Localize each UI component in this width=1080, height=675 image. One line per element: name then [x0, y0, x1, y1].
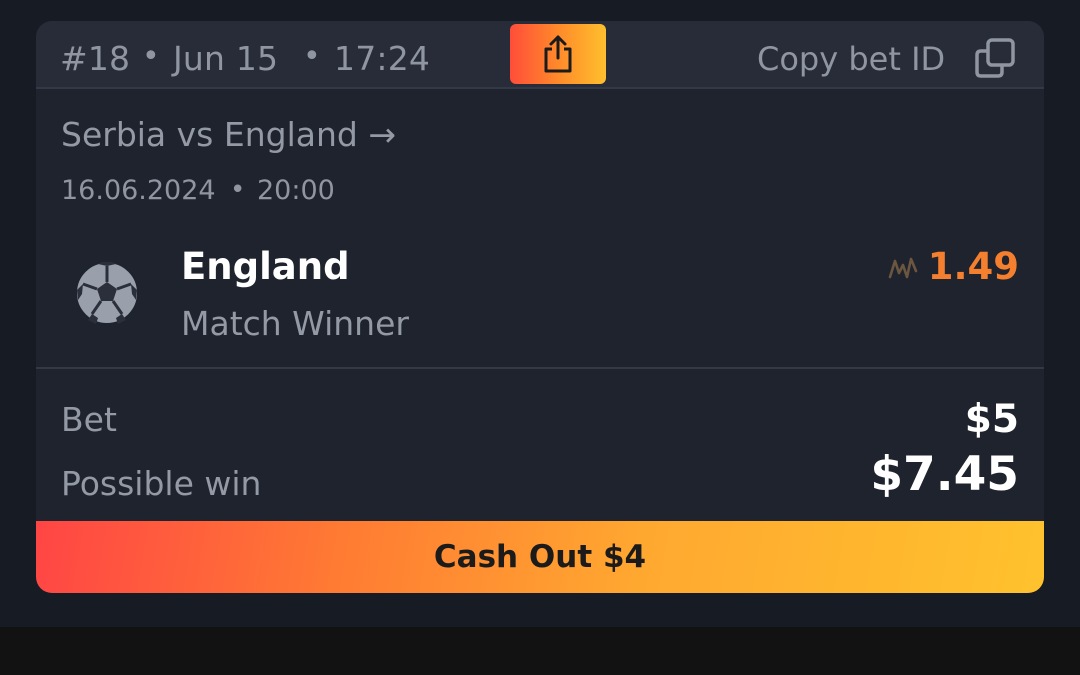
cash-out-button[interactable]: Cash Out $4	[36, 521, 1044, 593]
header-separator: •	[303, 39, 321, 74]
copy-icon[interactable]	[974, 37, 1016, 79]
bet-time: 17:24	[334, 39, 431, 78]
header-separator: •	[142, 39, 160, 74]
match-link[interactable]: Serbia vs England →	[61, 115, 396, 154]
possible-win-amount: $7.45	[870, 447, 1019, 502]
share-button[interactable]	[510, 24, 606, 84]
soccer-ball-icon	[75, 261, 139, 325]
bet-amount: $5	[964, 397, 1019, 442]
bet-card-header: #18 • Jun 15 • 17:24 Copy bet ID	[36, 21, 1044, 89]
possible-win-label: Possible win	[61, 464, 262, 503]
match-date-separator: •	[230, 175, 246, 205]
bottom-bar	[0, 627, 1080, 675]
bet-date: Jun 15	[173, 39, 279, 78]
bet-card: #18 • Jun 15 • 17:24 Copy bet ID Serbia …	[36, 21, 1044, 593]
bet-number: #18	[60, 39, 131, 78]
odds-value: 1.49	[927, 245, 1019, 288]
selection-market: Match Winner	[181, 304, 409, 343]
copy-bet-id-link[interactable]: Copy bet ID	[757, 40, 945, 78]
divider	[36, 367, 1044, 369]
bet-label: Bet	[61, 400, 117, 439]
match-time: 20:00	[257, 175, 335, 206]
selection-team: England	[181, 245, 350, 288]
match-date: 16.06.2024	[61, 175, 216, 206]
odds-trend-icon	[888, 257, 918, 279]
share-icon	[544, 35, 572, 73]
